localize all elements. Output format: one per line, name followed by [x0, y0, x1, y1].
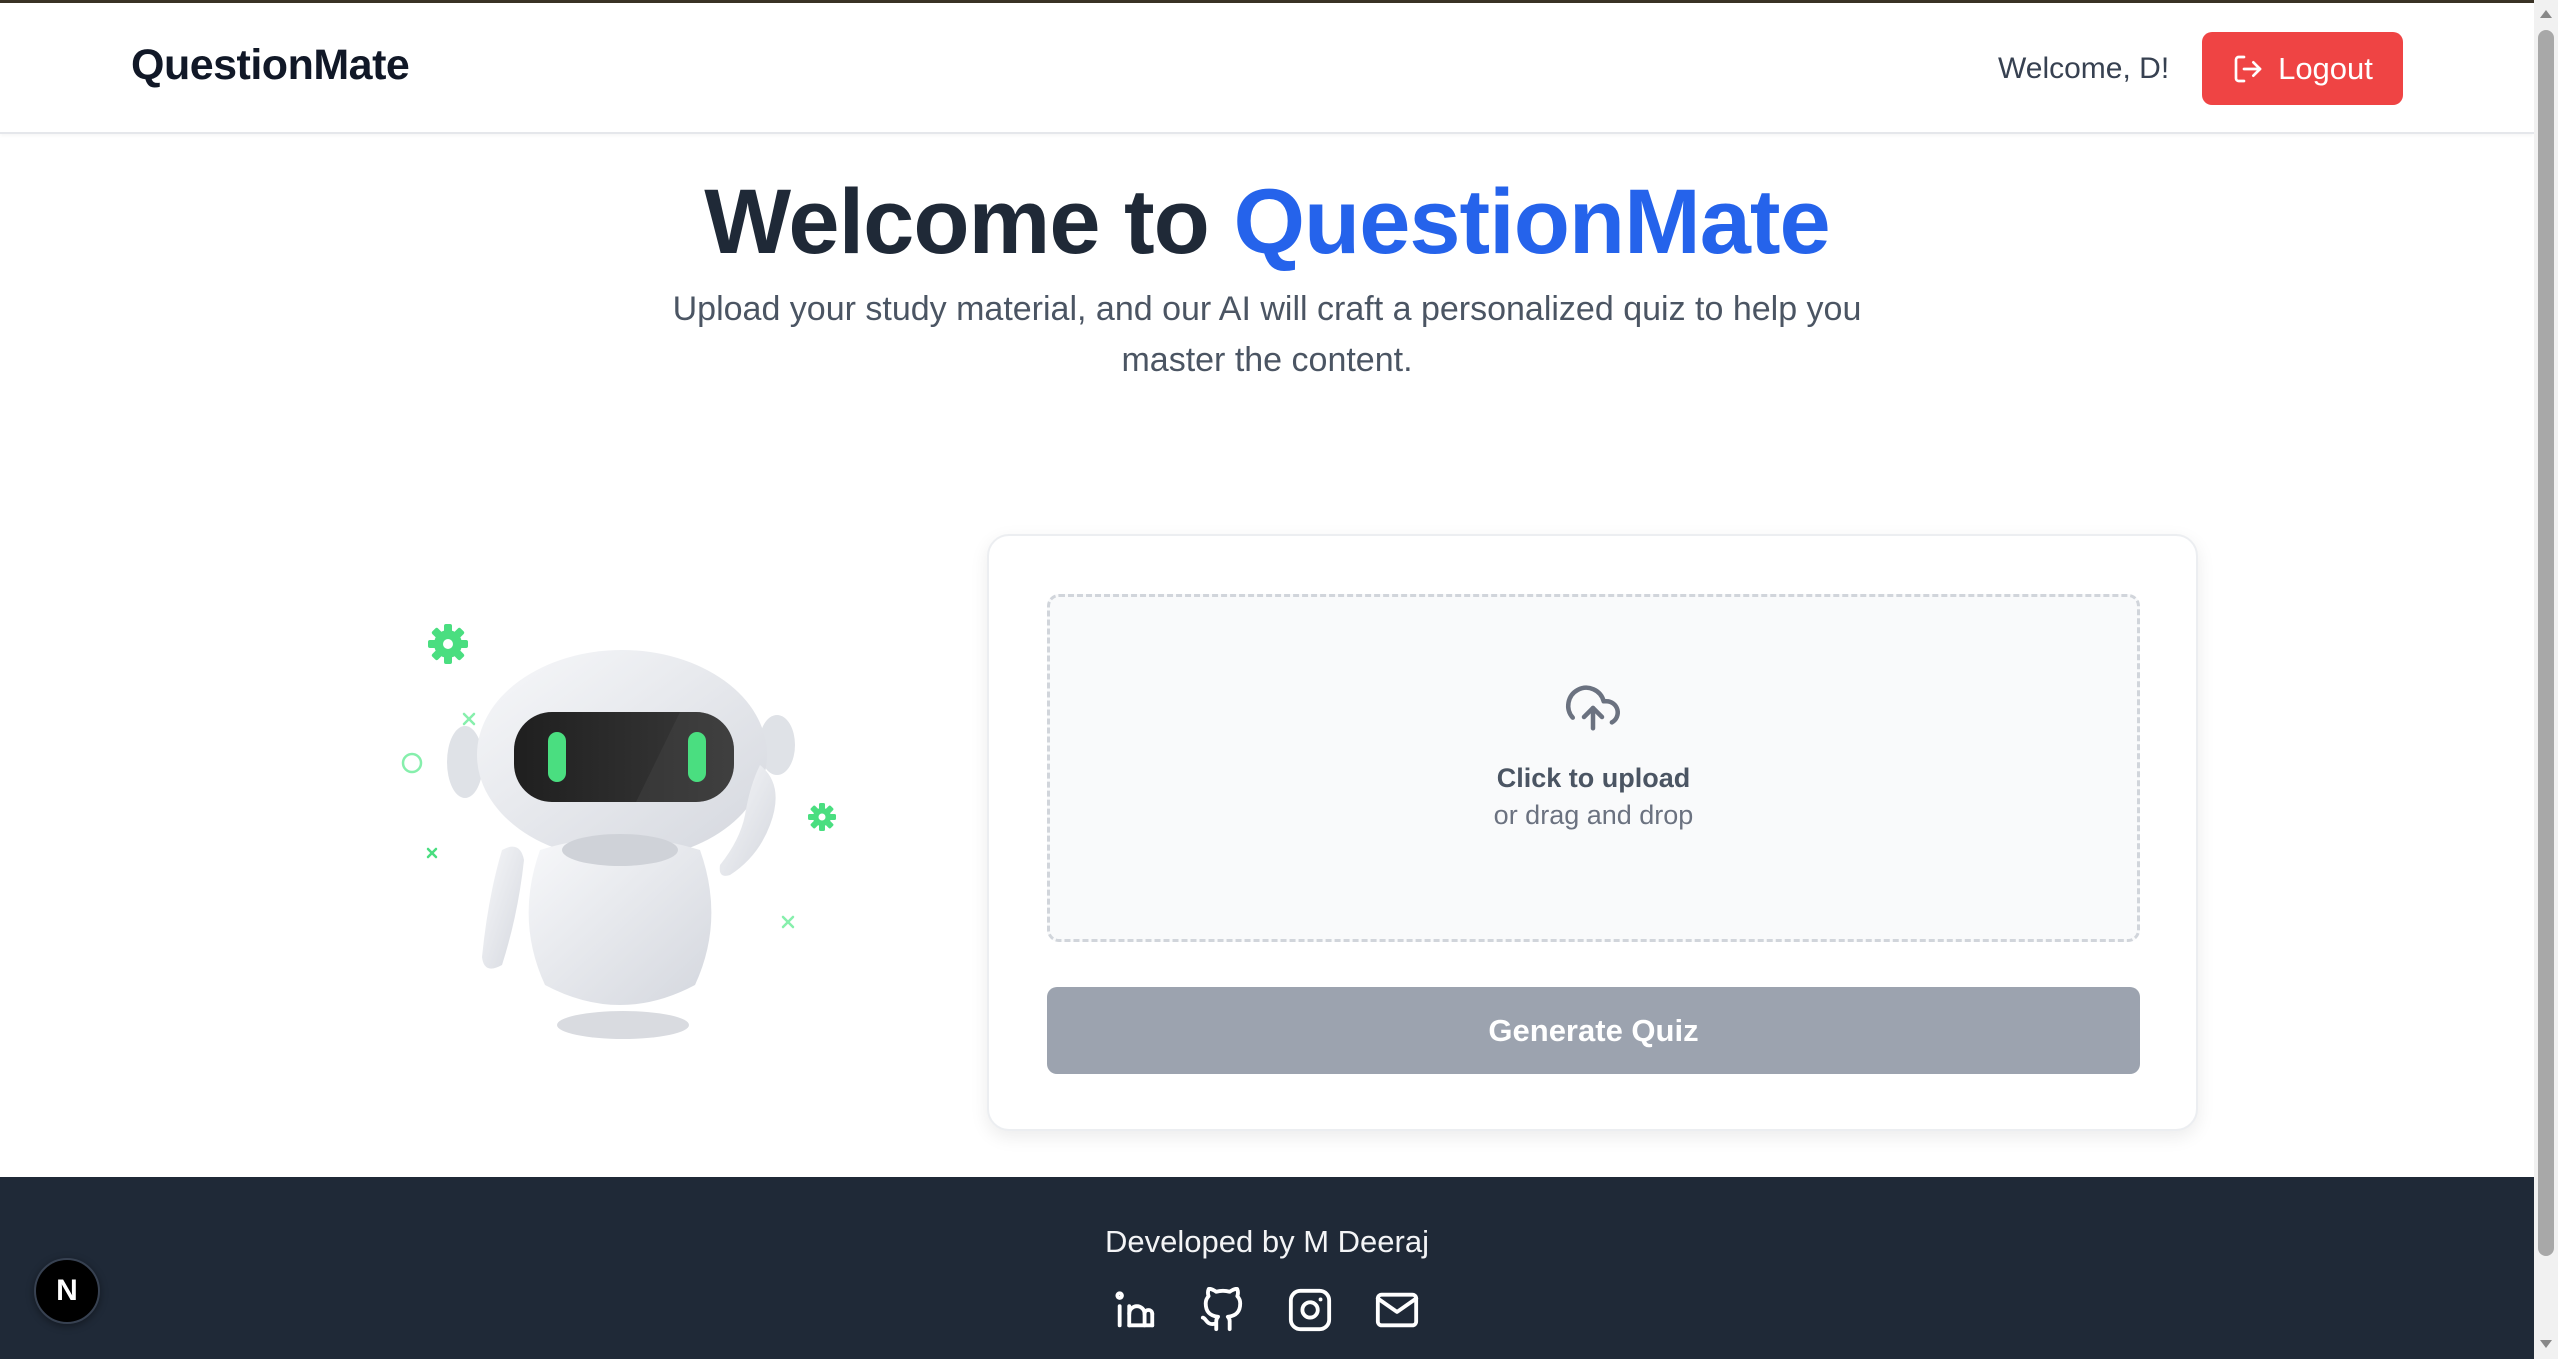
linkedin-icon[interactable]	[1112, 1287, 1158, 1333]
navbar: QuestionMate Welcome, D! Logout	[0, 3, 2534, 134]
logout-label: Logout	[2278, 50, 2373, 86]
file-dropzone[interactable]: Click to upload or drag and drop	[1047, 594, 2140, 942]
instagram-icon[interactable]	[1287, 1287, 1333, 1333]
title-prefix: Welcome to	[704, 171, 1234, 273]
generate-quiz-button[interactable]: Generate Quiz	[1047, 987, 2140, 1074]
nextjs-dev-badge[interactable]: N	[34, 1258, 100, 1324]
logout-button[interactable]: Logout	[2202, 32, 2403, 105]
upload-card: Click to upload or drag and drop Generat…	[987, 534, 2198, 1131]
scroll-up-arrow-icon[interactable]	[2540, 10, 2552, 18]
robot-illustration	[401, 624, 836, 1039]
mail-icon[interactable]	[1374, 1287, 1420, 1333]
github-icon[interactable]	[1199, 1286, 1245, 1333]
scroll-down-arrow-icon[interactable]	[2540, 1340, 2552, 1348]
upload-subtitle: or drag and drop	[1493, 800, 1694, 830]
footer-credit: Developed by M Deeraj	[1105, 1224, 1429, 1259]
title-accent: QuestionMate	[1233, 171, 1830, 273]
welcome-user-text: Welcome, D!	[1998, 52, 2170, 85]
gear-icon	[428, 624, 468, 664]
page-subtitle: Upload your study material, and our AI w…	[672, 290, 1862, 379]
upload-title: Click to upload	[1496, 763, 1691, 793]
cloud-upload-icon	[1566, 685, 1620, 731]
page-title: Welcome to QuestionMate	[0, 170, 2534, 275]
page-scrollbar[interactable]	[2534, 0, 2558, 1359]
logout-icon	[2234, 55, 2262, 82]
brand-logo[interactable]: QuestionMate	[131, 41, 410, 90]
footer: Developed by M Deeraj	[0, 1177, 2534, 1359]
scroll-thumb[interactable]	[2538, 30, 2554, 1256]
